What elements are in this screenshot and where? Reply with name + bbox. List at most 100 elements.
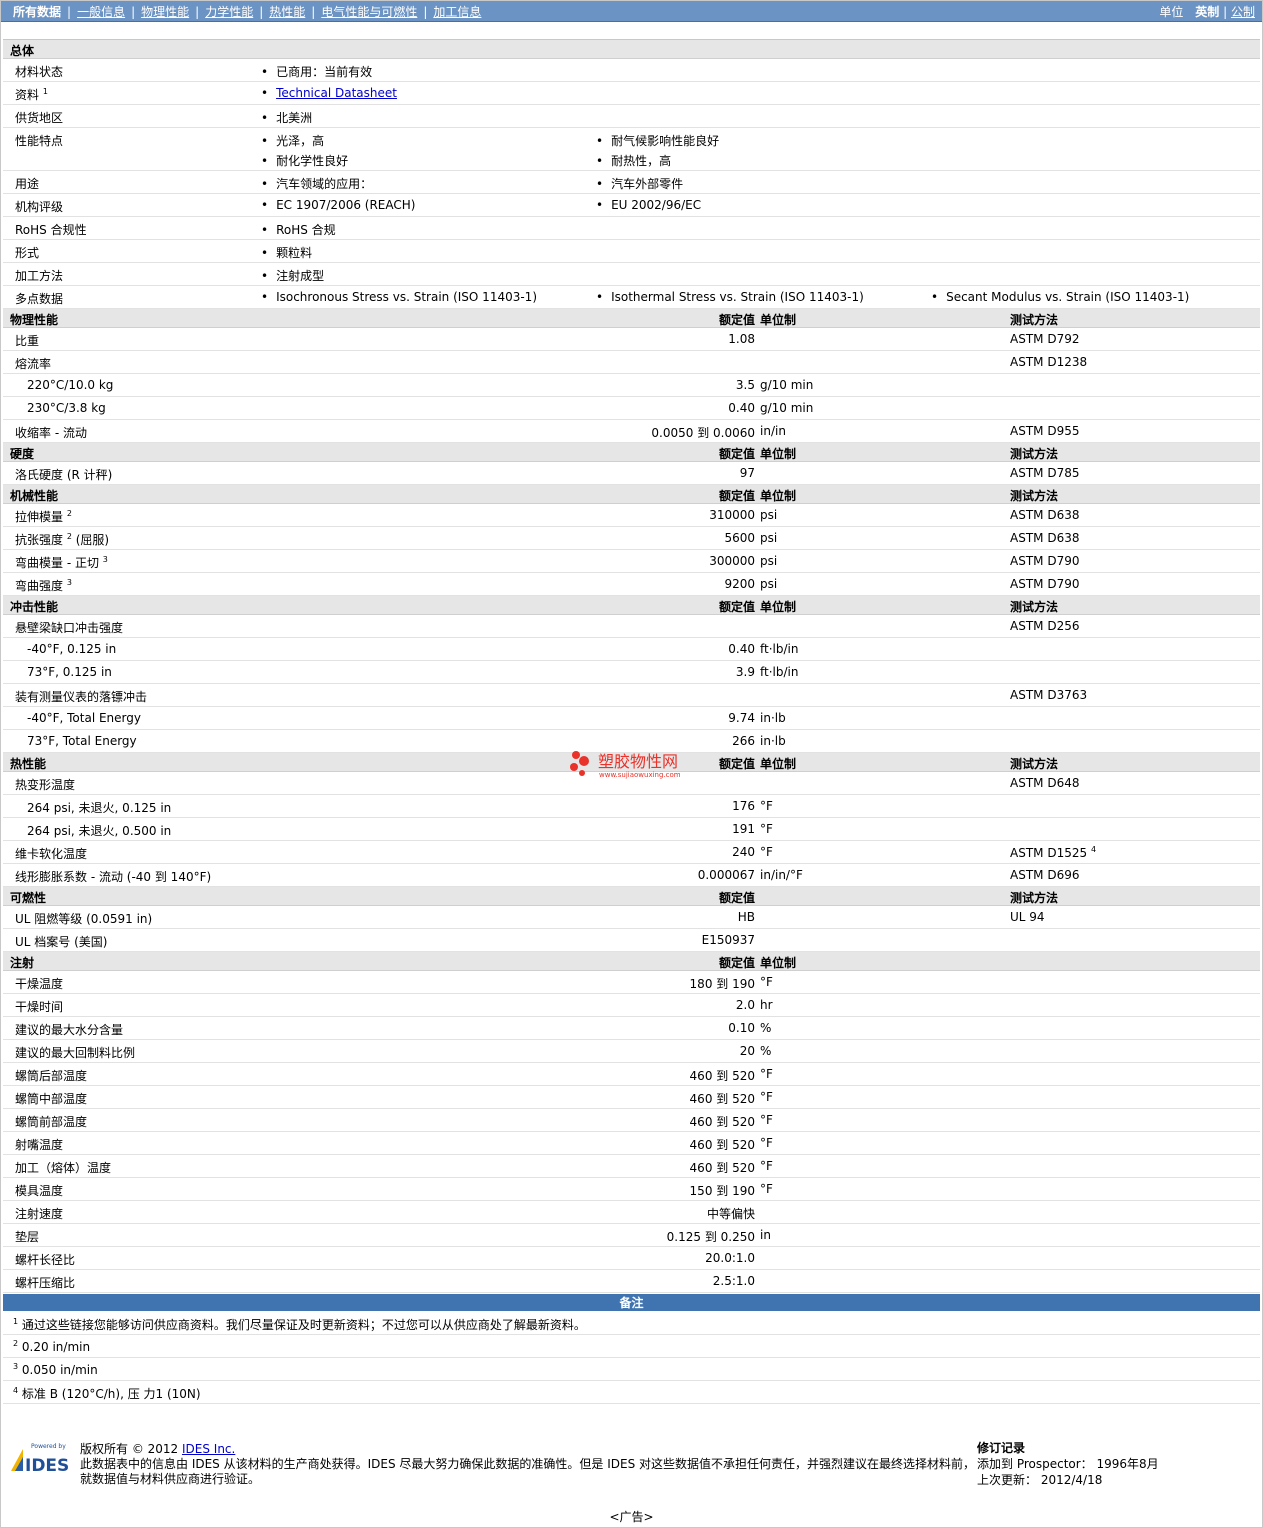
row-test-method: ASTM D1238 bbox=[1010, 355, 1087, 369]
column-header-value: 额定值 bbox=[718, 891, 755, 905]
label-text: 73°F, 0.125 in bbox=[27, 665, 112, 679]
note-number: 4 bbox=[13, 1386, 19, 1395]
multipoint-item: Isochronous Stress vs. Strain (ISO 11403… bbox=[261, 290, 537, 304]
tab-separator: | bbox=[423, 5, 428, 19]
row-test-method: ASTM D785 bbox=[1010, 466, 1079, 480]
physical-row: 比重 1.08 ASTM D792 bbox=[3, 328, 1260, 351]
label-text: 模具温度 bbox=[15, 1184, 64, 1198]
note-number: 2 bbox=[13, 1339, 19, 1348]
row-value: 0.40 bbox=[728, 401, 755, 415]
hardness-row: 洛氏硬度 (R 计秤) 97 ASTM D785 bbox=[3, 462, 1260, 485]
section-title: 机械性能 bbox=[10, 489, 59, 503]
row-label: -40°F, 0.125 in bbox=[27, 642, 116, 656]
physical-row: 220°C/10.0 kg 3.5 g/10 min bbox=[3, 374, 1260, 397]
test-method-text: ASTM D790 bbox=[1010, 577, 1080, 591]
notes-title: 备注 bbox=[619, 1296, 644, 1310]
row-label: 用途 bbox=[15, 177, 40, 191]
note-number: 1 bbox=[13, 1317, 19, 1326]
section-title: 热性能 bbox=[10, 757, 47, 771]
injection-row: 干燥时间 2.0 hr bbox=[3, 994, 1260, 1017]
physical-row: 熔流率 ASTM D1238 bbox=[3, 351, 1260, 374]
test-method-text: ASTM D1525 bbox=[1010, 846, 1088, 860]
section-header-injection: 注射 额定值 单位制 bbox=[3, 952, 1260, 971]
revision-updated: 上次更新： 2012/4/18 bbox=[977, 1473, 1103, 1487]
tab-physical[interactable]: 物理性能 bbox=[141, 5, 189, 19]
row-test-method: ASTM D638 bbox=[1010, 531, 1079, 545]
tab-mechanical[interactable]: 力学性能 bbox=[205, 5, 253, 19]
physical-row: 230°C/3.8 kg 0.40 g/10 min bbox=[3, 397, 1260, 420]
row-value: 9.74 bbox=[728, 711, 755, 725]
general-row-processing: 加工方法 注射成型 bbox=[3, 263, 1260, 286]
label-text: 264 psi, 未退火, 0.500 in bbox=[27, 824, 172, 838]
row-value: 已商用：当前有效 bbox=[261, 63, 372, 80]
general-row-multipoint: 多点数据 Isochronous Stress vs. Strain (ISO … bbox=[3, 286, 1260, 309]
injection-row: 模具温度 150 到 190 °F bbox=[3, 1178, 1260, 1201]
row-unit: g/10 min bbox=[760, 378, 814, 392]
row-label: RoHS 合规性 bbox=[15, 223, 87, 237]
top-nav-bar: 所有数据 | 一般信息 | 物理性能 | 力学性能 | 热性能 | 电气性能与可燃性 | 加工信息 单位… bbox=[0, 0, 1263, 22]
section-title: 总体 bbox=[10, 44, 35, 58]
thermal-row: 264 psi, 未退火, 0.125 in 176 °F bbox=[3, 795, 1260, 818]
tab-processing[interactable]: 加工信息 bbox=[433, 5, 481, 19]
row-value: 0.10 bbox=[728, 1021, 755, 1035]
footnote-ref: 4 bbox=[1090, 845, 1097, 854]
tab-separator: | bbox=[67, 5, 72, 19]
copyright-text: 版权所有 © 2012 bbox=[80, 1442, 182, 1456]
row-value: 191 bbox=[732, 822, 755, 836]
label-text: 悬壁梁缺口冲击强度 bbox=[15, 621, 124, 635]
technical-datasheet-link[interactable]: Technical Datasheet bbox=[276, 86, 397, 100]
unit-separator: | bbox=[1223, 5, 1228, 19]
row-label: 干燥时间 bbox=[15, 998, 63, 1015]
ides-inc-link[interactable]: IDES Inc. bbox=[182, 1442, 235, 1456]
test-method-text: UL 94 bbox=[1010, 910, 1045, 924]
unit-metric-link[interactable]: 公制 bbox=[1231, 5, 1255, 19]
row-value: 0.0050 到 0.0060 bbox=[651, 426, 755, 440]
row-unit: °F bbox=[760, 1182, 773, 1196]
injection-row: 干燥温度 180 到 190 °F bbox=[3, 971, 1260, 994]
row-value: 北美洲 bbox=[261, 109, 312, 126]
row-unit: °F bbox=[760, 1136, 773, 1150]
section-header-flammability: 可燃性 额定值 测试方法 bbox=[3, 887, 1260, 906]
flammability-row: UL 阻燃等级 (0.0591 in) HB UL 94 bbox=[3, 906, 1260, 929]
row-unit: psi bbox=[760, 554, 778, 568]
label-text: 热变形温度 bbox=[15, 778, 76, 792]
label-text: 射嘴温度 bbox=[15, 1138, 64, 1152]
tab-all-data[interactable]: 所有数据 bbox=[13, 5, 61, 19]
row-unit: in·lb bbox=[760, 734, 786, 748]
row-label: 弯曲强度 3 bbox=[15, 577, 72, 594]
row-value: 460 到 520 bbox=[689, 1092, 755, 1106]
tab-separator: | bbox=[195, 5, 200, 19]
row-label: 性能特点 bbox=[15, 134, 64, 148]
label-text: 弯曲强度 bbox=[15, 579, 64, 593]
advertisement-label: <广告> bbox=[609, 1510, 654, 1524]
tab-general-info[interactable]: 一般信息 bbox=[77, 5, 125, 19]
row-value: 0.000067 bbox=[697, 868, 755, 882]
agency-item: EC 1907/2006 (REACH) bbox=[261, 198, 415, 212]
note-content: 3 0.050 in/min bbox=[13, 1362, 98, 1377]
row-unit: °F bbox=[760, 822, 773, 836]
section-header-mechanical: 机械性能 额定值 单位制 测试方法 bbox=[3, 485, 1260, 504]
disclaimer-line-1: 此数据表中的信息由 IDES 从该材料的生产商处获得。IDES 尽最大努力确保此… bbox=[80, 1457, 976, 1471]
row-value: 1.08 bbox=[728, 332, 755, 346]
general-row-form: 形式 颗粒料 bbox=[3, 240, 1260, 263]
unit-english: 英制 bbox=[1195, 5, 1220, 19]
row-value: 3.9 bbox=[735, 665, 755, 679]
section-title: 可燃性 bbox=[10, 891, 47, 905]
row-label: 垫层 bbox=[15, 1228, 39, 1245]
row-label: 洛氏硬度 (R 计秤) bbox=[15, 466, 112, 483]
row-value: 2.0 bbox=[735, 998, 755, 1012]
row-unit: °F bbox=[760, 1159, 773, 1173]
label-text: 干燥时间 bbox=[15, 1000, 64, 1014]
row-value: 150 到 190 bbox=[689, 1184, 755, 1198]
row-value: E150937 bbox=[701, 933, 755, 947]
label-text: -40°F, 0.125 in bbox=[27, 642, 117, 656]
row-label: 干燥温度 bbox=[15, 975, 63, 992]
label-text: 螺筒前部温度 bbox=[15, 1115, 88, 1129]
note-number: 3 bbox=[13, 1362, 19, 1371]
row-label: 资料 1 bbox=[15, 86, 48, 103]
test-method-text: ASTM D792 bbox=[1010, 332, 1080, 346]
row-label: 熔流率 bbox=[15, 355, 51, 372]
tab-electrical-flammability[interactable]: 电气性能与可燃性 bbox=[321, 5, 417, 19]
general-row-agency: 机构评级 EC 1907/2006 (REACH) EU 2002/96/EC bbox=[3, 194, 1260, 217]
tab-thermal[interactable]: 热性能 bbox=[269, 5, 305, 19]
